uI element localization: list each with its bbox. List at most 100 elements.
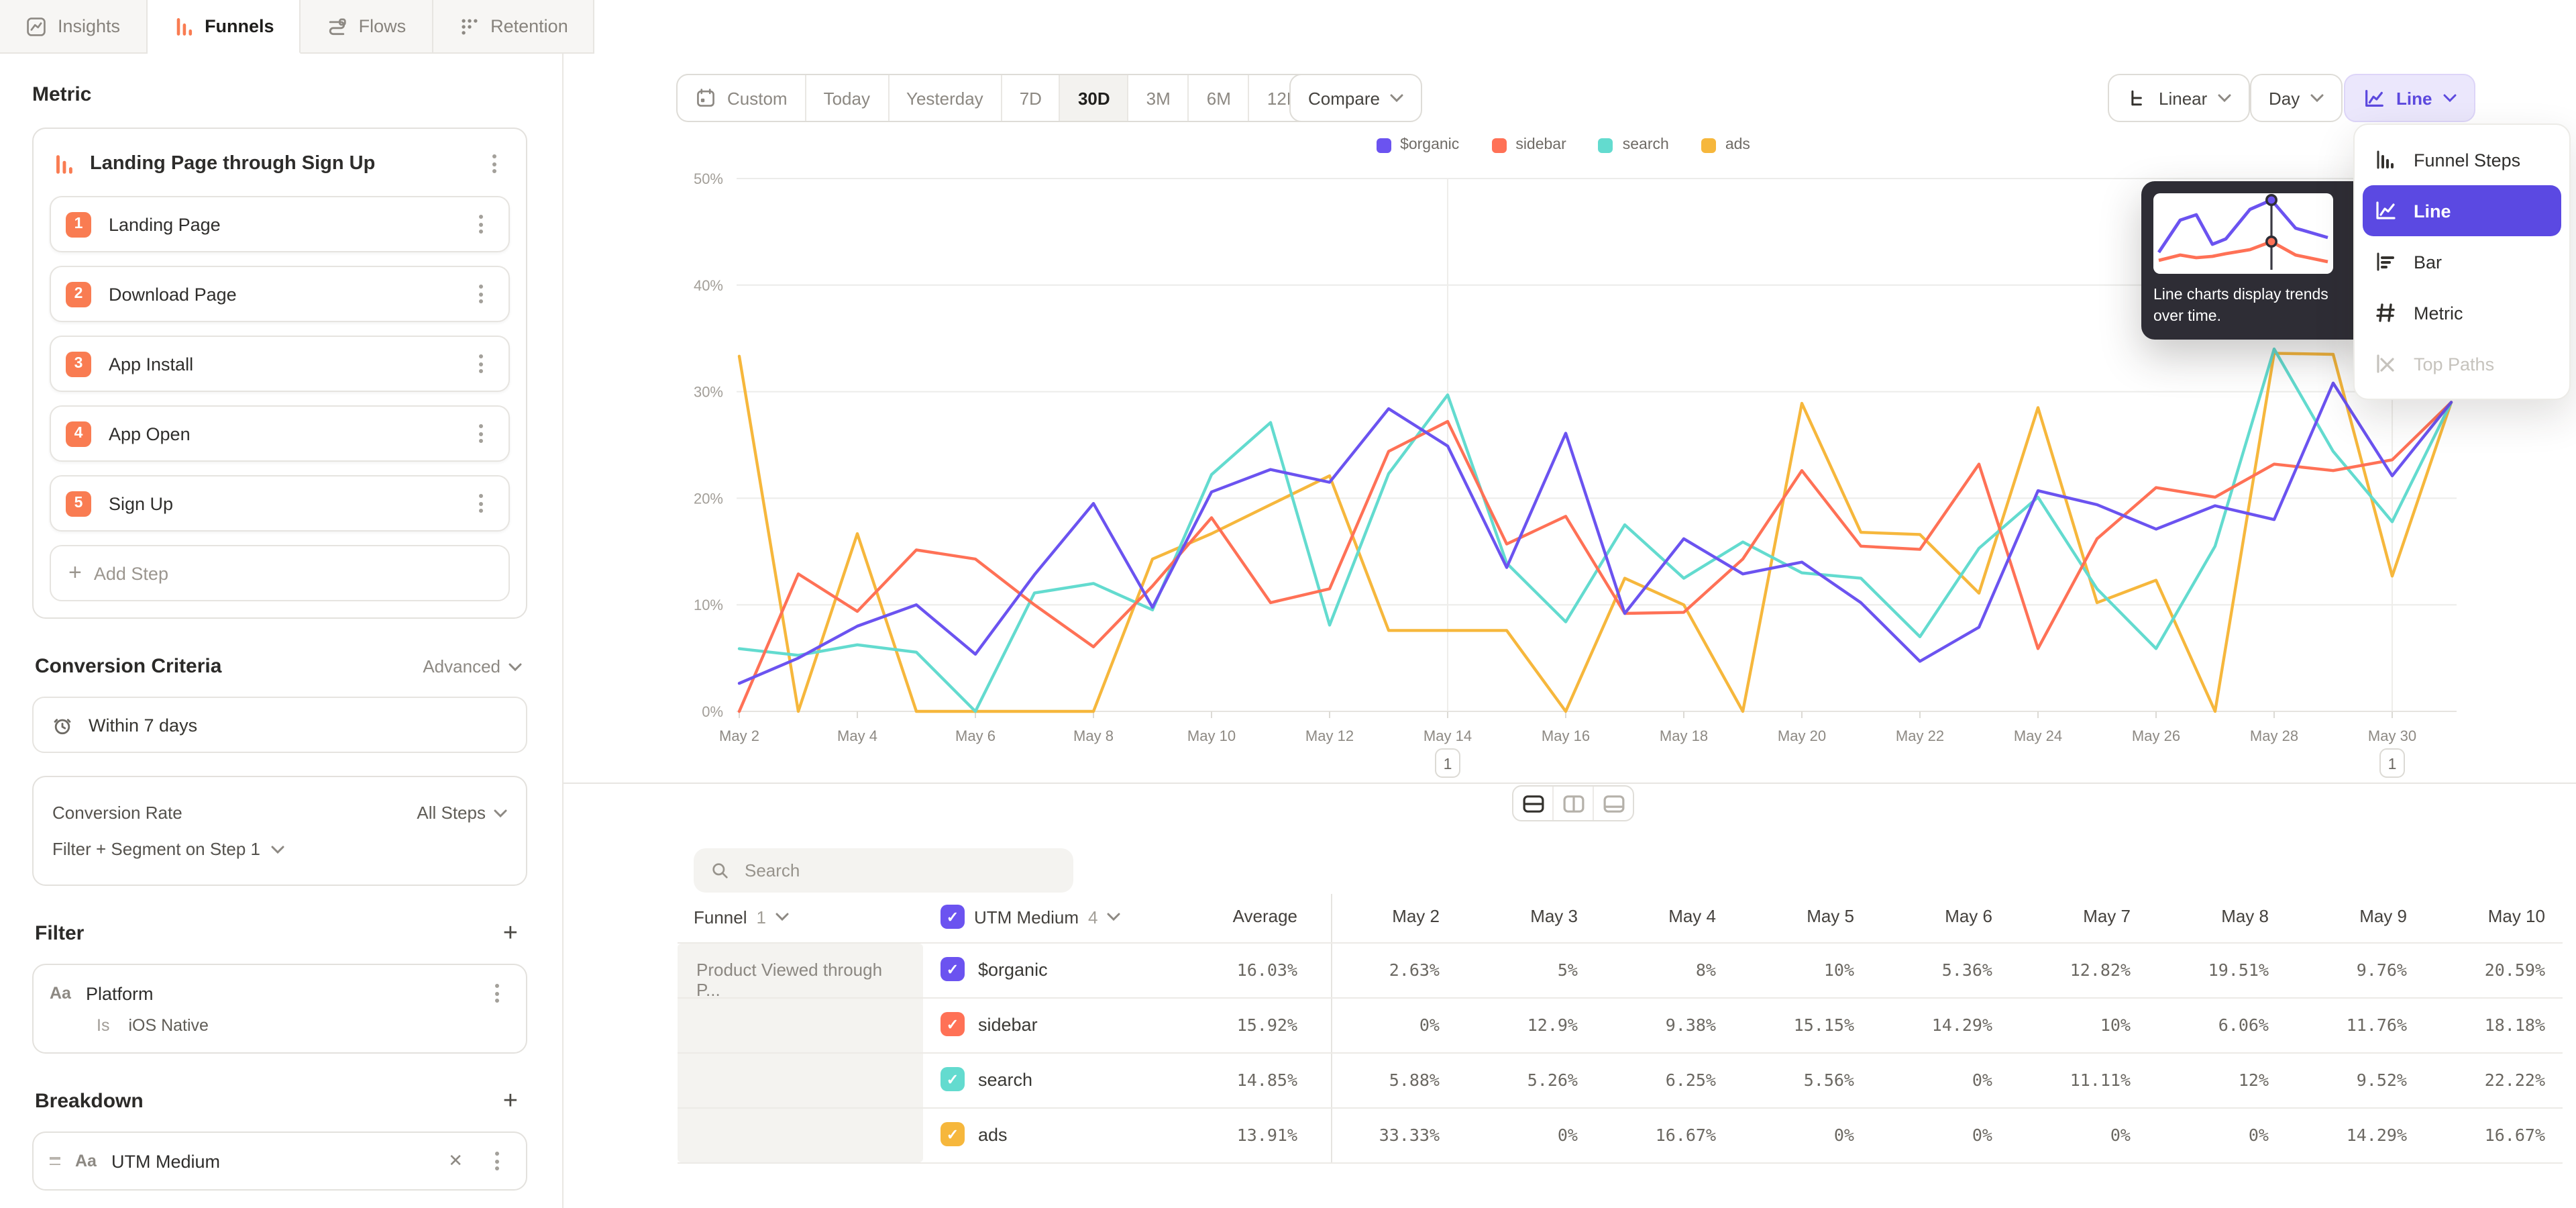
funnel-steps-list: 1 Landing Page 2Download Page 3App Install 4… — [50, 196, 510, 532]
funnel-header-label: Funnel — [694, 907, 747, 927]
filter-heading: Filter — [35, 922, 84, 945]
tooltip-text: Line charts display trends over time. — [2153, 285, 2357, 328]
plus-icon: + — [68, 560, 82, 587]
menu-item-label: Funnel Steps — [2414, 150, 2520, 170]
chevron-down-icon — [1108, 913, 1121, 921]
chevron-down-icon — [775, 913, 789, 921]
funnel-step-landing-page[interactable]: 1 Landing Page — [50, 196, 510, 252]
series-name: search — [978, 1070, 1032, 1090]
filter-operator[interactable]: Is — [97, 1016, 109, 1035]
day-column-header[interactable]: May 5 — [1720, 906, 1854, 926]
chart-type-option-top-paths: Top Paths — [2355, 338, 2569, 389]
series-name: ads — [978, 1125, 1008, 1145]
funnel-step-download-page[interactable]: 2Download Page — [50, 266, 510, 322]
top-paths-icon — [2371, 352, 2399, 376]
conversion-window-selector[interactable]: Within 7 days — [32, 697, 527, 753]
step-kebab-icon[interactable] — [467, 281, 494, 307]
step-number-badge: 2 — [66, 281, 91, 307]
chart-type-option-funnel-steps[interactable]: Funnel Steps — [2355, 134, 2569, 185]
breakdown-card: Aa UTM Medium ✕ — [32, 1131, 527, 1191]
chevron-down-icon — [494, 809, 507, 817]
add-step-button[interactable]: + Add Step — [50, 545, 510, 601]
funnel-column-selector[interactable]: Funnel1 — [694, 899, 789, 934]
flows-icon — [327, 15, 348, 37]
breakdown-column-selector[interactable]: ✓UTM Medium4 — [941, 899, 1121, 934]
day-column-header[interactable]: May 3 — [1444, 906, 1578, 926]
step-label: Landing Page — [109, 214, 449, 234]
series-value: 6.25% — [1582, 1070, 1716, 1090]
layout-split-vertical-button[interactable] — [1554, 787, 1594, 820]
filter-property[interactable]: Platform — [86, 983, 468, 1003]
day-column-header[interactable]: May 10 — [2411, 906, 2545, 926]
breakdown-count: 4 — [1088, 907, 1097, 927]
drag-handle-icon[interactable] — [50, 1157, 60, 1165]
chevron-down-icon — [508, 662, 522, 670]
series-value: 11.76% — [2273, 1015, 2407, 1035]
add-filter-button[interactable]: + — [499, 924, 522, 943]
select-all-checkbox[interactable]: ✓ — [941, 905, 965, 929]
series-name: sidebar — [978, 1015, 1038, 1035]
menu-item-label: Metric — [2414, 303, 2463, 323]
step-kebab-icon[interactable] — [467, 490, 494, 517]
series-name: $organic — [978, 960, 1048, 980]
filter-value[interactable]: iOS Native — [128, 1016, 209, 1035]
remove-breakdown-icon[interactable]: ✕ — [443, 1150, 468, 1172]
chart-type-option-line[interactable]: Line — [2363, 185, 2561, 236]
day-column-header[interactable]: May 8 — [2135, 906, 2269, 926]
filter-kebab-icon[interactable] — [483, 980, 510, 1007]
table-row-divider — [678, 997, 2563, 999]
add-breakdown-button[interactable]: + — [499, 1092, 522, 1111]
advanced-toggle[interactable]: Advanced — [423, 656, 522, 676]
chart-type-option-bar[interactable]: Bar — [2355, 236, 2569, 287]
chart-type-option-metric[interactable]: Metric — [2355, 287, 2569, 338]
series-average: 15.92% — [1136, 1015, 1297, 1035]
funnel-step-sign-up[interactable]: 5Sign Up — [50, 475, 510, 532]
series-checkbox-ads[interactable]: ✓ — [941, 1122, 965, 1146]
tab-retention[interactable]: Retention — [433, 0, 595, 54]
day-column-header[interactable]: May 7 — [1996, 906, 2131, 926]
step-kebab-icon[interactable] — [467, 420, 494, 447]
tab-flows[interactable]: Flows — [301, 0, 433, 54]
breakdown-kebab-icon[interactable] — [483, 1148, 510, 1174]
tab-funnels[interactable]: Funnels — [147, 0, 301, 54]
step-label: App Open — [109, 423, 449, 444]
funnel-step-app-open[interactable]: 4App Open — [50, 405, 510, 462]
series-value: 33.33% — [1305, 1125, 1440, 1145]
step-kebab-icon[interactable] — [467, 211, 494, 238]
day-column-header[interactable]: May 4 — [1582, 906, 1716, 926]
step-label: App Install — [109, 354, 449, 374]
day-column-header[interactable]: May 6 — [1858, 906, 1992, 926]
series-value: 0% — [2135, 1125, 2269, 1145]
layout-bottom-panel-button[interactable] — [1594, 787, 1633, 820]
tab-label: Funnels — [205, 16, 274, 36]
conversion-criteria-card: Conversion Rate All Steps Filter + Segme… — [32, 776, 527, 886]
tab-insights[interactable]: Insights — [0, 0, 147, 54]
step-kebab-icon[interactable] — [467, 350, 494, 377]
bar-chart-icon — [2371, 250, 2399, 274]
series-value: 16.67% — [2411, 1125, 2545, 1145]
menu-item-label: Bar — [2414, 252, 2442, 272]
clock-icon — [51, 713, 74, 736]
series-value: 9.76% — [2273, 960, 2407, 980]
series-checkbox-organic[interactable]: ✓ — [941, 957, 965, 981]
series-value: 5.26% — [1444, 1070, 1578, 1090]
series-value: 0% — [1996, 1125, 2131, 1145]
conversion-rate-row[interactable]: Conversion Rate All Steps — [52, 795, 507, 831]
metric-kebab-icon[interactable] — [480, 150, 507, 177]
table-row-divider — [678, 942, 2563, 944]
step-number-badge: 1 — [66, 211, 91, 237]
layout-split-horizontal-button[interactable] — [1513, 787, 1554, 820]
series-average: 14.85% — [1136, 1070, 1297, 1090]
funnel-step-app-install[interactable]: 3App Install — [50, 336, 510, 392]
day-column-header[interactable]: May 9 — [2273, 906, 2407, 926]
series-checkbox-search[interactable]: ✓ — [941, 1067, 965, 1091]
metric-heading: Metric — [32, 83, 527, 106]
table-row-divider — [678, 1107, 2563, 1109]
day-column-header[interactable]: May 2 — [1305, 906, 1440, 926]
series-value: 0% — [1858, 1070, 1992, 1090]
series-checkbox-sidebar[interactable]: ✓ — [941, 1012, 965, 1036]
average-column-header[interactable]: Average — [1136, 906, 1297, 926]
breakdown-property[interactable]: UTM Medium — [111, 1151, 428, 1171]
filter-segment-row[interactable]: Filter + Segment on Step 1 — [52, 831, 507, 867]
tab-label: Insights — [58, 16, 120, 36]
